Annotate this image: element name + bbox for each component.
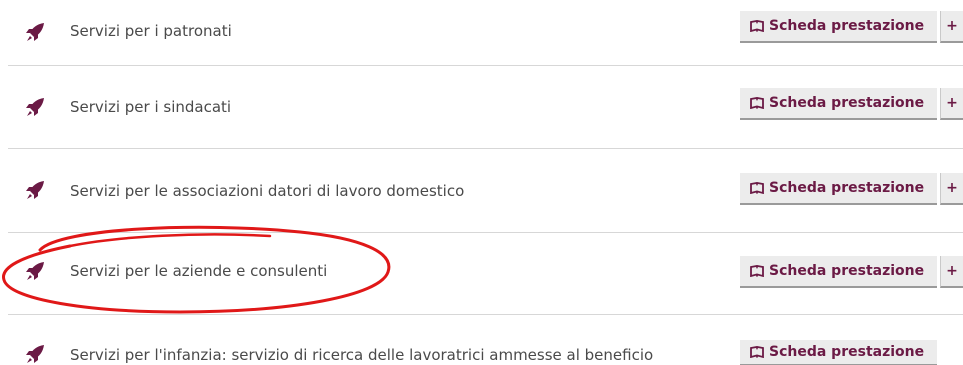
open-book-icon (750, 265, 764, 277)
open-book-icon (750, 97, 764, 109)
list-item[interactable]: Servizi per l'infanzia: servizio di rice… (0, 315, 963, 365)
expand-button[interactable]: + (940, 88, 963, 120)
scheda-prestazione-label: Scheda prestazione (769, 344, 925, 360)
service-label[interactable]: Servizi per le associazioni datori di la… (70, 182, 464, 200)
service-list: Servizi per i patronati Scheda prestazio… (0, 0, 963, 365)
scheda-prestazione-button[interactable]: Scheda prestazione (740, 88, 937, 120)
scheda-prestazione-label: Scheda prestazione (769, 18, 925, 34)
scheda-prestazione-button[interactable]: Scheda prestazione (740, 256, 937, 288)
service-label[interactable]: Servizi per le aziende e consulenti (70, 262, 327, 280)
open-book-icon (750, 346, 764, 358)
rocket-icon (26, 181, 44, 199)
expand-button[interactable]: + (940, 256, 963, 288)
divider (8, 232, 963, 233)
list-item[interactable]: Servizi per i sindacati Scheda prestazio… (0, 67, 963, 149)
scheda-prestazione-button[interactable]: Scheda prestazione (740, 11, 937, 43)
list-item[interactable]: Servizi per i patronati Scheda prestazio… (0, 0, 963, 66)
list-item[interactable]: Servizi per le aziende e consulenti Sche… (0, 235, 963, 315)
divider (8, 148, 963, 149)
service-label[interactable]: Servizi per i patronati (70, 22, 232, 40)
rocket-icon (26, 345, 44, 363)
open-book-icon (750, 20, 764, 32)
open-book-icon (750, 182, 764, 194)
scheda-prestazione-label: Scheda prestazione (769, 263, 925, 279)
scheda-prestazione-label: Scheda prestazione (769, 180, 925, 196)
scheda-prestazione-label: Scheda prestazione (769, 95, 925, 111)
service-label[interactable]: Servizi per i sindacati (70, 98, 231, 116)
scheda-prestazione-button[interactable]: Scheda prestazione (740, 173, 937, 205)
divider (8, 65, 963, 66)
scheda-prestazione-button[interactable]: Scheda prestazione (740, 340, 937, 365)
list-item[interactable]: Servizi per le associazioni datori di la… (0, 151, 963, 233)
rocket-icon (26, 23, 44, 41)
expand-button[interactable]: + (940, 11, 963, 43)
service-label[interactable]: Servizi per l'infanzia: servizio di rice… (70, 346, 653, 364)
rocket-icon (26, 262, 44, 280)
rocket-icon (26, 98, 44, 116)
expand-button[interactable]: + (940, 173, 963, 205)
